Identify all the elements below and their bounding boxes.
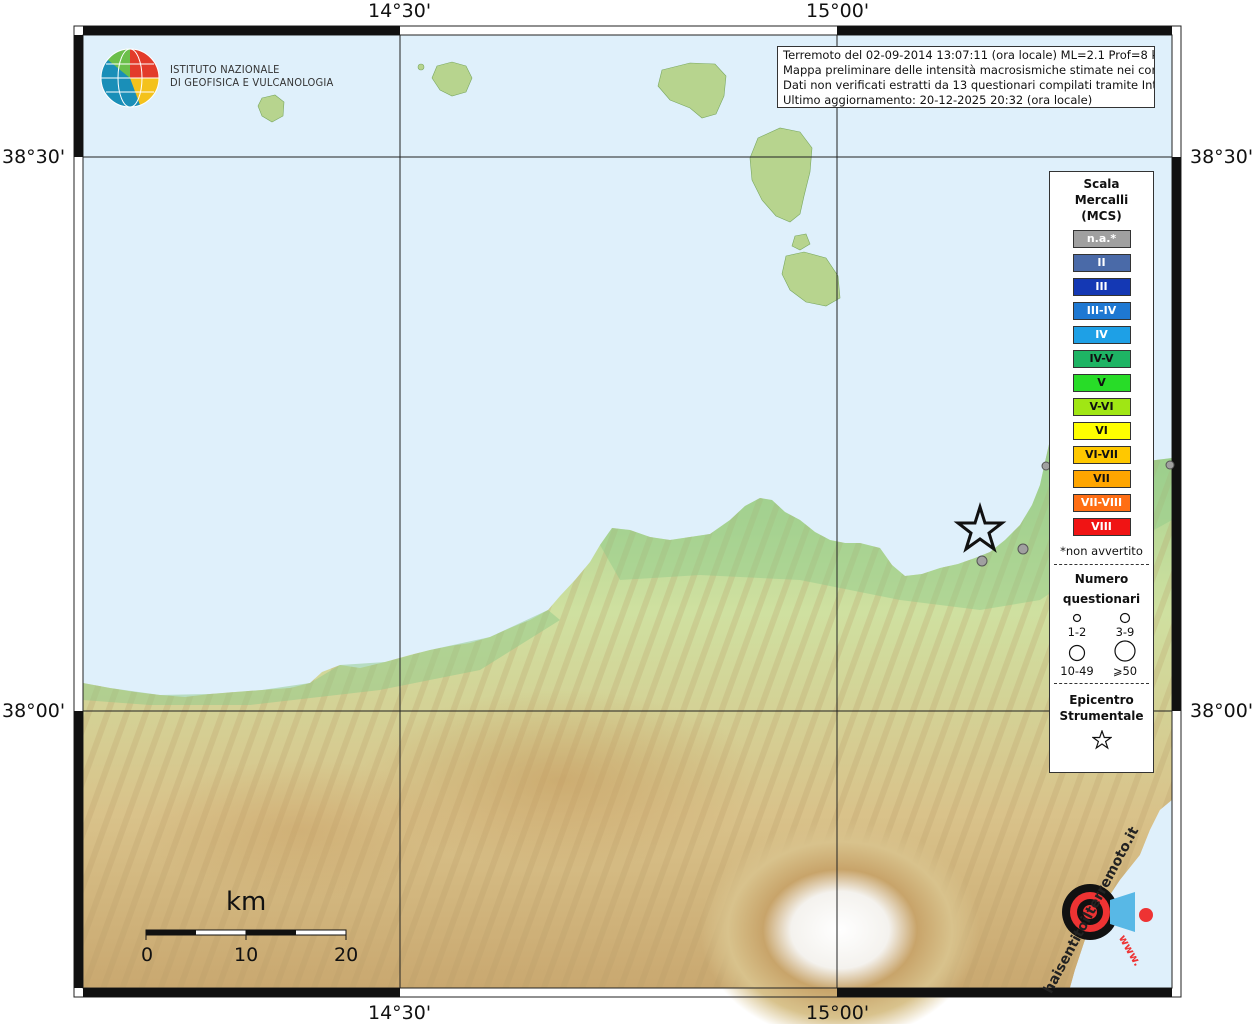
lon-label-bottom-1430: 14°30' bbox=[368, 1002, 432, 1024]
ingv-logo-line1: ISTITUTO NAZIONALE bbox=[170, 63, 280, 76]
legend-title-line: Mercalli bbox=[1074, 193, 1129, 207]
lat-label-right-3830: 38°30' bbox=[1190, 146, 1254, 168]
legend-title-line: Scala bbox=[1083, 177, 1120, 191]
count-circle-medium bbox=[1119, 612, 1131, 624]
scale-tick-label: 20 bbox=[334, 944, 359, 966]
legend-divider bbox=[1054, 683, 1149, 684]
count-title-line: questionari bbox=[1062, 592, 1141, 606]
event-info-line: Terremoto del 02-09-2014 13:07:11 (ora l… bbox=[783, 48, 1155, 62]
count-circle-xlarge bbox=[1114, 640, 1136, 662]
event-info-line: Dati non verificati estratti da 13 quest… bbox=[783, 78, 1155, 92]
count-label: 3-9 bbox=[1115, 625, 1135, 639]
legend-item-intensity: VI-VII bbox=[1072, 446, 1131, 464]
legend-item-intensity: VII bbox=[1072, 470, 1131, 488]
legend-item-intensity: n.a.* bbox=[1072, 230, 1131, 248]
legend-footnote: *non avvertito bbox=[1060, 544, 1143, 558]
mcs-legend: Scala Mercalli (MCS) n.a.* II III III-IV IV I… bbox=[1049, 171, 1154, 773]
scale-tick-label: 0 bbox=[141, 944, 154, 966]
legend-item-intensity: II bbox=[1072, 254, 1131, 272]
legend-item-intensity: VIII bbox=[1072, 518, 1131, 536]
legend-item-intensity: VII-VIII bbox=[1072, 494, 1131, 512]
lon-label-top-1430: 14°30' bbox=[368, 0, 432, 22]
questionnaire-count-title: Numero questionari bbox=[1050, 569, 1153, 609]
lat-label-left-3800: 38°00' bbox=[2, 700, 66, 722]
event-info-line: Mappa preliminare delle intensità macros… bbox=[783, 63, 1155, 77]
scale-unit: km bbox=[226, 887, 267, 917]
count-title-line: Numero bbox=[1074, 572, 1129, 586]
legend-item-intensity: III bbox=[1072, 278, 1131, 296]
locality-point bbox=[1165, 460, 1175, 470]
ingv-logo-text: ISTITUTO NAZIONALE DI GEOFISICA E VULCAN… bbox=[170, 63, 333, 89]
legend-title: Scala Mercalli (MCS) bbox=[1050, 176, 1153, 224]
epi-title-line: Epicentro bbox=[1069, 693, 1134, 707]
count-label: ⩾50 bbox=[1112, 664, 1138, 678]
legend-item-intensity: IV-V bbox=[1072, 350, 1131, 368]
lat-label-left-3830: 38°30' bbox=[2, 146, 66, 168]
ingv-logo-globe bbox=[100, 48, 160, 108]
locality-point bbox=[1017, 543, 1029, 555]
lon-label-bottom-1500: 15°00' bbox=[806, 1002, 870, 1024]
legend-item-intensity: III-IV bbox=[1072, 302, 1131, 320]
event-info-box: Terremoto del 02-09-2014 13:07:11 (ora l… bbox=[777, 46, 1155, 108]
lat-label-right-3800: 38°00' bbox=[1190, 700, 1254, 722]
scale-tick-label: 10 bbox=[234, 944, 259, 966]
legend-divider bbox=[1054, 564, 1149, 565]
legend-title-line: (MCS) bbox=[1081, 209, 1122, 223]
legend-item-intensity: V bbox=[1072, 374, 1131, 392]
locality-point bbox=[976, 555, 988, 567]
count-label: 10-49 bbox=[1060, 664, 1094, 678]
count-symbols: 1-2 3-9 10-49 ⩾50 bbox=[1050, 609, 1153, 679]
legend-item-intensity: IV bbox=[1072, 326, 1131, 344]
epicenter-star-icon bbox=[1090, 729, 1113, 750]
count-circle-large bbox=[1068, 644, 1086, 662]
legend-item-intensity: VI bbox=[1072, 422, 1131, 440]
event-info-line: Ultimo aggiornamento: 20-12-2025 20:32 (… bbox=[783, 93, 1093, 107]
legend-item-intensity: V-VI bbox=[1072, 398, 1131, 416]
count-label: 1-2 bbox=[1067, 625, 1087, 639]
ingv-logo-line2: DI GEOFISICA E VULCANOLOGIA bbox=[170, 76, 334, 89]
epicenter-title: Epicentro Strumentale bbox=[1050, 692, 1153, 724]
epi-title-line: Strumentale bbox=[1059, 709, 1144, 723]
legend-intensity-list: n.a.* II III III-IV IV IV-V V V-VI VI VI-VII VII VI… bbox=[1050, 230, 1153, 536]
lon-label-top-1500: 15°00' bbox=[806, 0, 870, 22]
count-circle-small bbox=[1072, 613, 1082, 623]
